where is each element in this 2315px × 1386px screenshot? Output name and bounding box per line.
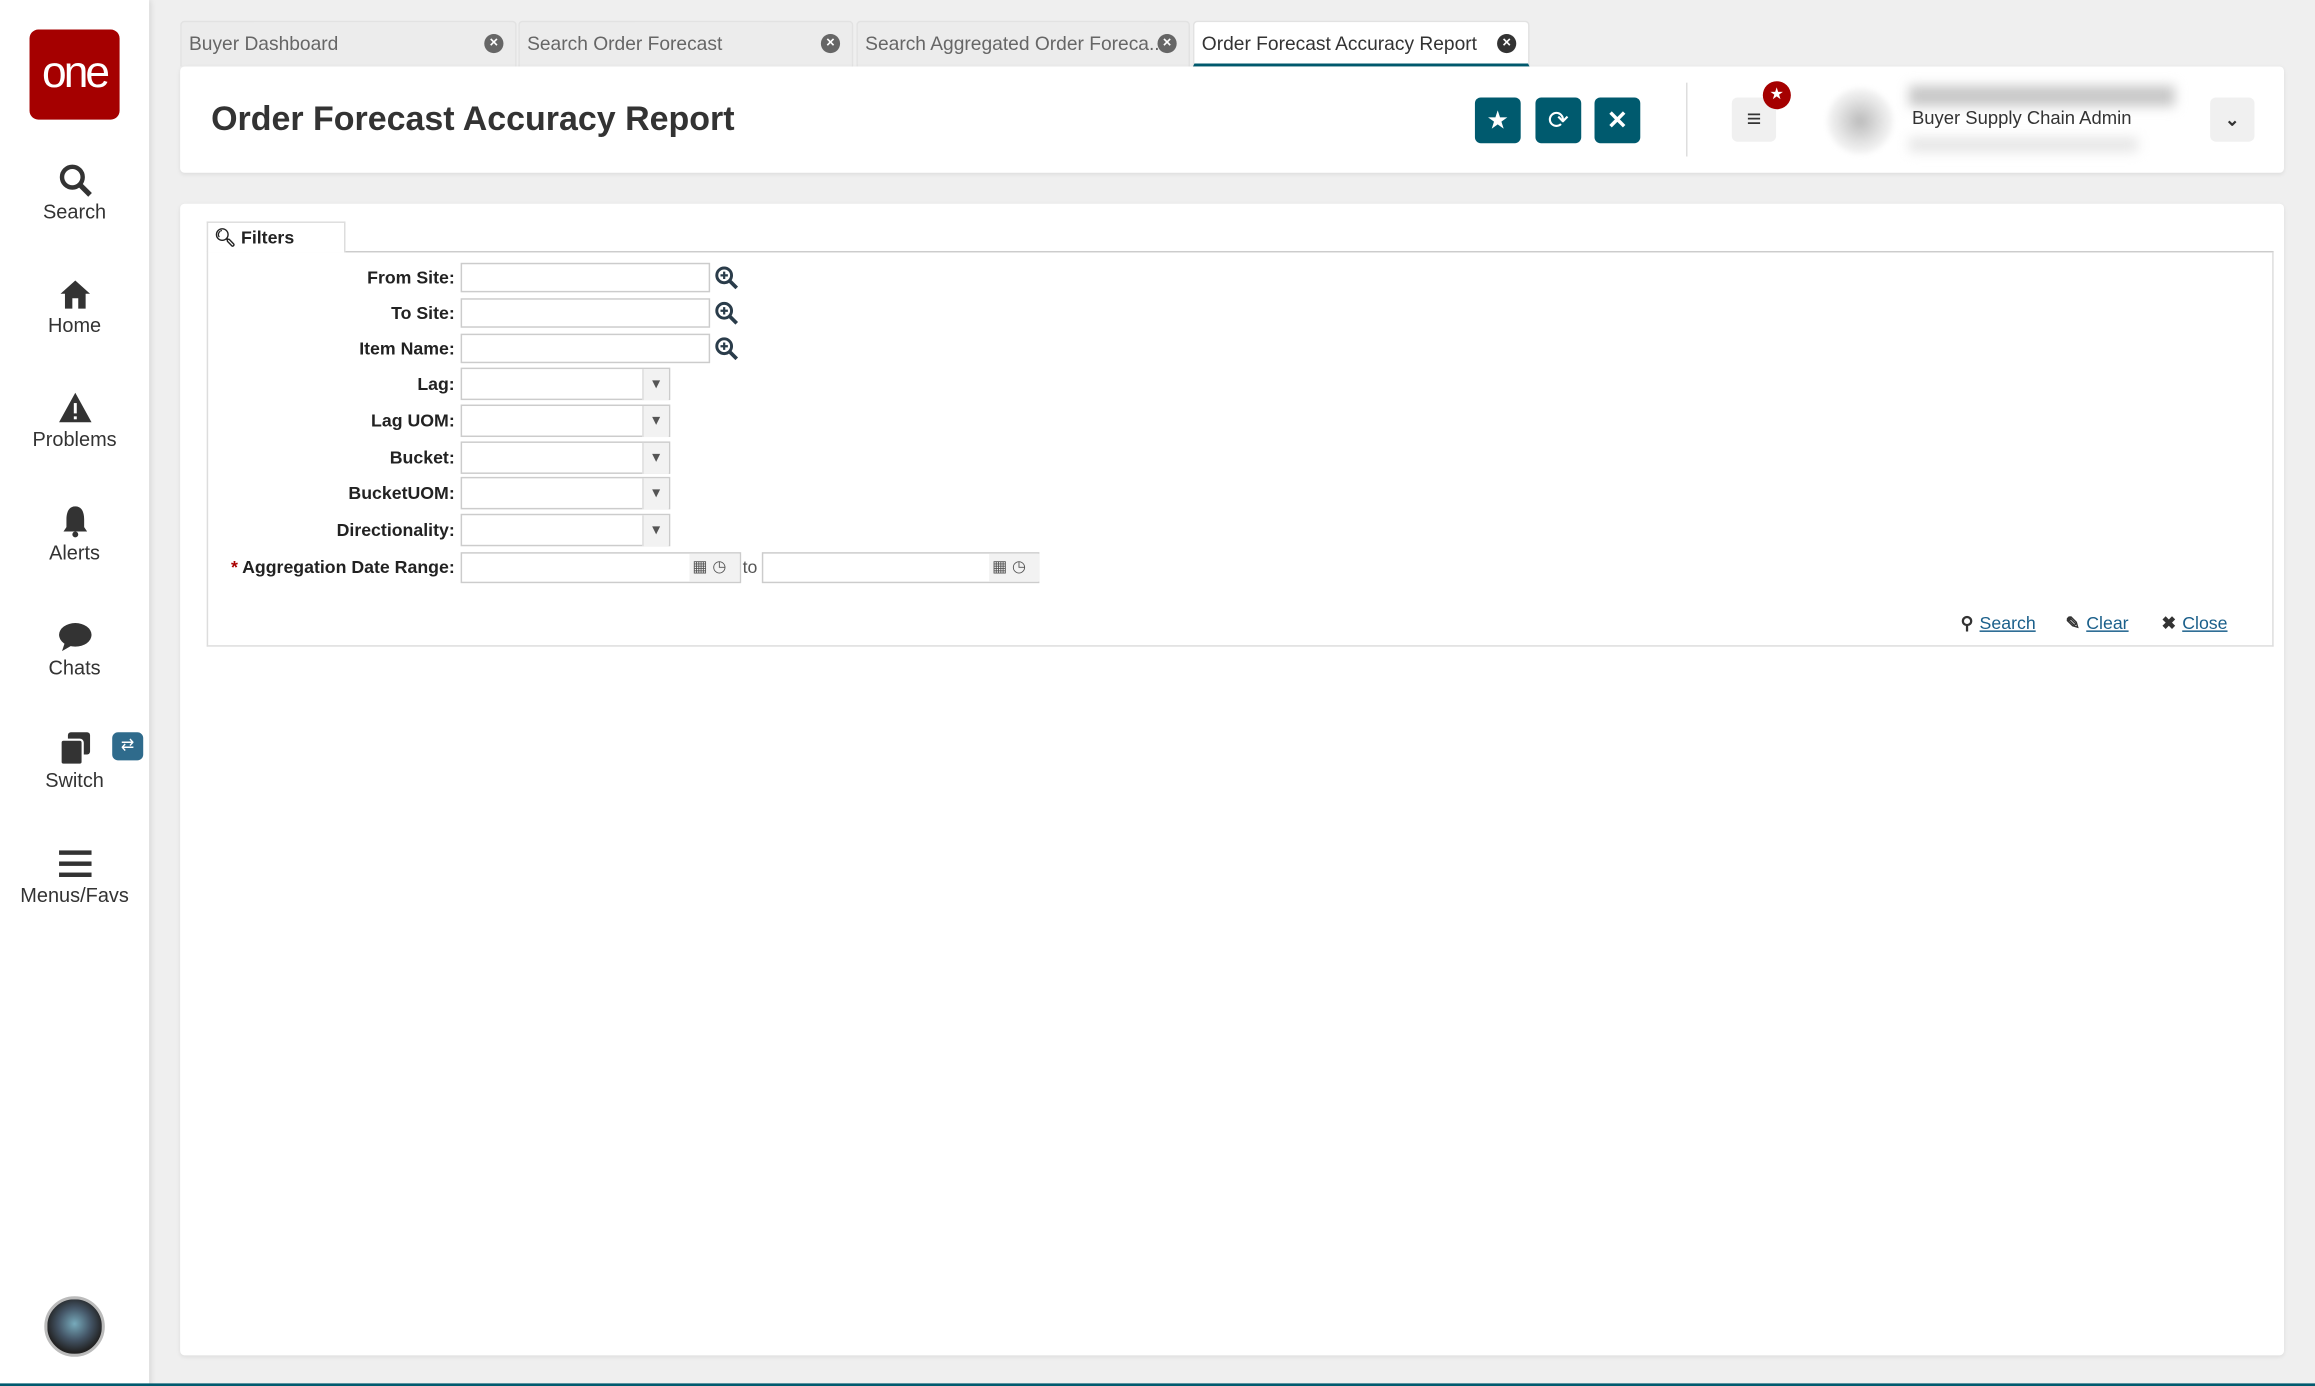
eraser-icon: ✎	[2065, 612, 2081, 634]
tab-buyer-dashboard[interactable]: Buyer Dashboard ×	[180, 20, 517, 67]
menu-icon	[58, 850, 91, 877]
user-email-blurred	[1908, 137, 2138, 153]
user-name-blurred	[1908, 85, 2175, 107]
lag-uom-label: Lag UOM:	[371, 410, 455, 432]
close-page-button[interactable]: ✕	[1594, 97, 1641, 144]
to-site-input[interactable]	[460, 298, 711, 328]
from-site-label: From Site:	[367, 267, 455, 288]
bucket-label: Bucket:	[389, 447, 455, 469]
switch-icon	[58, 732, 90, 766]
directionality-select[interactable]: ▾	[460, 513, 671, 547]
menu-icon: ≡	[1746, 104, 1762, 133]
page-title: Order Forecast Accuracy Report	[211, 98, 735, 138]
label-text: Aggregation Date Range:	[242, 556, 455, 578]
sidebar-item-label: Home	[47, 314, 102, 337]
bell-icon	[62, 506, 87, 538]
chevron-down-icon[interactable]: ▾	[642, 515, 669, 547]
home-icon	[59, 280, 90, 309]
chevron-down-icon: ⌄	[2224, 109, 2240, 130]
tab-label: Search Aggregated Order Foreca...	[865, 32, 1165, 55]
filters-tab-label: Filters	[240, 227, 295, 249]
lag-uom-select[interactable]: ▾	[460, 404, 671, 438]
date-from-pickers: ▦ ◷	[689, 553, 740, 582]
to-site-label: To Site:	[391, 302, 455, 324]
sidebar-item-label: Alerts	[49, 541, 101, 564]
close-icon: ✕	[1606, 106, 1628, 135]
divider	[1686, 82, 1688, 157]
sidebar: one Search Home Problems Alerts Chats Sw…	[0, 0, 150, 1386]
directionality-label: Directionality:	[336, 519, 455, 541]
filters-tab[interactable]: 🔍︎ Filters	[206, 221, 346, 253]
lag-select[interactable]: ▾	[460, 367, 671, 401]
search-button[interactable]: ⚲ Search	[1961, 613, 2036, 634]
item-name-label: Item Name:	[359, 338, 455, 359]
favorite-button[interactable]: ★	[1474, 97, 1521, 144]
chevron-down-icon[interactable]: ▾	[642, 442, 669, 474]
sidebar-item-label: Search	[42, 200, 107, 223]
user-menu-dropdown[interactable]: ⌄	[2210, 97, 2255, 142]
calendar-icon[interactable]: ▦	[992, 558, 1007, 576]
user-avatar[interactable]	[44, 1296, 105, 1357]
close-icon: ✖	[2161, 612, 2177, 634]
sidebar-item-label: Problems	[32, 428, 117, 451]
chat-icon	[58, 623, 91, 652]
refresh-icon: ⟳	[1547, 106, 1569, 135]
close-tab-icon[interactable]: ×	[484, 33, 504, 54]
clear-label: Clear	[2086, 612, 2129, 634]
chevron-down-icon[interactable]: ▾	[642, 369, 669, 401]
close-tab-icon[interactable]: ×	[1497, 33, 1517, 54]
user-profile-avatar[interactable]	[1827, 88, 1893, 154]
sidebar-item-label: Switch	[45, 769, 104, 792]
chevron-down-icon[interactable]: ▾	[642, 406, 669, 438]
sidebar-item-label: Menus/Favs	[20, 884, 129, 907]
star-icon: ★	[1486, 106, 1510, 135]
sidebar-item-home[interactable]: Home	[0, 276, 149, 337]
calendar-icon[interactable]: ▦	[692, 558, 707, 576]
zoom-lookup-icon[interactable]	[715, 266, 739, 290]
close-tab-icon[interactable]: ×	[1157, 33, 1177, 54]
refresh-button[interactable]: ⟳	[1535, 97, 1582, 144]
search-label: Search	[1979, 612, 2036, 634]
close-tab-icon[interactable]: ×	[820, 33, 841, 54]
required-marker: *	[230, 556, 238, 578]
tab-label: Buyer Dashboard	[188, 32, 339, 55]
search-icon: 🔍︎	[214, 227, 237, 249]
clock-icon[interactable]: ◷	[712, 558, 726, 576]
zoom-lookup-icon[interactable]	[715, 301, 739, 325]
aggregation-date-range-label: * Aggregation Date Range:	[231, 557, 455, 578]
chevron-down-icon[interactable]: ▾	[642, 478, 669, 510]
sidebar-item-search[interactable]: Search	[0, 162, 149, 223]
user-role: Buyer Supply Chain Admin	[1911, 107, 2132, 129]
tab-search-order-forecast[interactable]: Search Order Forecast ×	[518, 20, 854, 67]
close-label: Close	[2182, 612, 2228, 634]
search-icon: ⚲	[1960, 612, 1974, 634]
lag-label: Lag:	[417, 373, 455, 395]
tab-label: Order Forecast Accuracy Report	[1201, 32, 1477, 55]
item-name-input[interactable]	[460, 333, 711, 364]
close-filters-button[interactable]: ✖ Close	[2161, 613, 2227, 634]
search-icon	[59, 164, 92, 197]
warning-icon	[58, 392, 91, 423]
sidebar-item-alerts[interactable]: Alerts	[0, 503, 149, 564]
sidebar-item-problems[interactable]: Problems	[0, 390, 149, 451]
sidebar-item-chats[interactable]: Chats	[0, 619, 149, 680]
date-to-pickers: ▦ ◷	[989, 553, 1040, 582]
tab-search-aggregated-order-forecast[interactable]: Search Aggregated Order Foreca... ×	[856, 20, 1190, 67]
switch-badge-icon: ⇄	[112, 732, 144, 761]
tab-order-forecast-accuracy-report[interactable]: Order Forecast Accuracy Report ×	[1192, 20, 1530, 67]
from-site-input[interactable]	[460, 262, 711, 293]
sidebar-item-menus-favs[interactable]: Menus/Favs	[0, 846, 149, 907]
tab-label: Search Order Forecast	[527, 32, 723, 55]
bucket-select[interactable]: ▾	[460, 441, 671, 474]
clock-icon[interactable]: ◷	[1012, 558, 1026, 576]
app-logo[interactable]: one	[29, 29, 120, 120]
bucket-uom-label: BucketUOM:	[348, 482, 455, 504]
zoom-lookup-icon[interactable]	[715, 337, 739, 361]
favorites-badge-star-icon: ★	[1762, 81, 1791, 110]
clear-button[interactable]: ✎ Clear	[2065, 613, 2128, 634]
date-range-to-label: to	[742, 556, 758, 578]
bucket-uom-select[interactable]: ▾	[460, 476, 671, 510]
sidebar-item-label: Chats	[48, 656, 101, 680]
